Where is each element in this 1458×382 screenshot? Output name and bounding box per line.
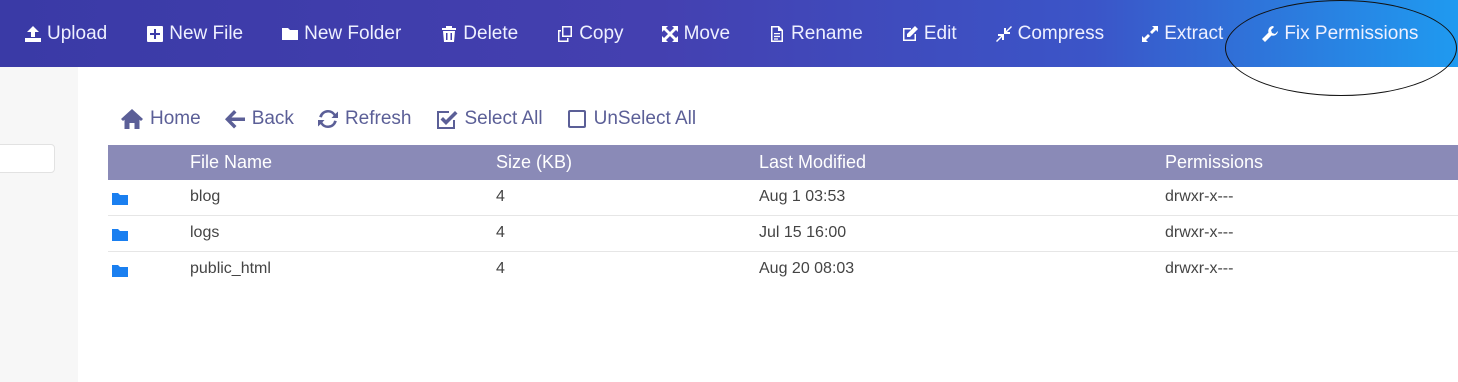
- column-header-file-name[interactable]: File Name: [190, 152, 272, 173]
- last-modified-cell: Jul 15 16:00: [759, 224, 847, 241]
- file-size-cell: 4: [496, 224, 505, 241]
- fix-permissions-label: Fix Permissions: [1284, 22, 1419, 44]
- new-folder-label: New Folder: [304, 22, 402, 44]
- file-manager-toolbar: Upload New File New Folder Delete Copy M…: [0, 0, 1458, 67]
- home-label: Home: [150, 108, 201, 129]
- extract-label: Extract: [1164, 22, 1224, 44]
- navigation-actions: Home Back Refresh Select All UnSelect Al…: [120, 104, 719, 134]
- arrow-left-icon: [224, 110, 245, 129]
- upload-label: Upload: [47, 22, 108, 44]
- file-name-cell[interactable]: logs: [190, 224, 219, 242]
- compress-icon: [995, 25, 1012, 42]
- wrench-icon: [1262, 25, 1279, 42]
- back-label: Back: [251, 108, 294, 129]
- checkbox-checked-icon: [437, 111, 458, 129]
- upload-button[interactable]: Upload: [24, 0, 107, 67]
- folder-icon: [112, 229, 128, 241]
- checkbox-empty-icon: [567, 110, 586, 128]
- trash-icon: [442, 25, 457, 42]
- table-row[interactable]: blog 4 Aug 1 03:53 drwxr-x---: [108, 180, 1458, 216]
- delete-button[interactable]: Delete: [440, 0, 518, 67]
- table-row[interactable]: public_html 4 Aug 20 08:03 drwxr-x---: [108, 252, 1458, 287]
- rename-button[interactable]: Rename: [768, 0, 863, 67]
- fix-permissions-button[interactable]: Fix Permissions: [1261, 0, 1418, 67]
- column-header-permissions[interactable]: Permissions: [1165, 152, 1263, 173]
- back-button[interactable]: Back: [224, 108, 294, 130]
- edit-button[interactable]: Edit: [901, 0, 957, 67]
- column-header-last-modified[interactable]: Last Modified: [759, 152, 866, 173]
- select-all-button[interactable]: Select All: [434, 108, 543, 130]
- file-name-cell[interactable]: blog: [190, 188, 220, 206]
- last-modified-cell: Aug 20 08:03: [759, 260, 855, 277]
- move-button[interactable]: Move: [661, 0, 730, 67]
- home-icon: [121, 109, 143, 129]
- home-button[interactable]: Home: [120, 108, 201, 130]
- folder-icon: [282, 27, 299, 40]
- refresh-button[interactable]: Refresh: [317, 108, 412, 130]
- new-file-button[interactable]: New File: [146, 0, 243, 67]
- new-file-label: New File: [169, 22, 244, 44]
- file-size-cell: 4: [496, 188, 505, 205]
- table-row[interactable]: logs 4 Jul 15 16:00 drwxr-x---: [108, 216, 1458, 252]
- table-header: File Name Size (KB) Last Modified Permis…: [108, 145, 1458, 180]
- column-header-size[interactable]: Size (KB): [496, 152, 572, 173]
- upload-icon: [25, 25, 41, 42]
- unselect-all-button[interactable]: UnSelect All: [566, 108, 696, 130]
- copy-icon: [558, 25, 573, 42]
- delete-label: Delete: [463, 22, 519, 44]
- edit-icon: [902, 25, 918, 41]
- compress-button[interactable]: Compress: [995, 0, 1105, 67]
- folder-icon: [112, 265, 128, 277]
- permissions-cell: drwxr-x---: [1165, 260, 1234, 277]
- file-size-cell: 4: [496, 260, 505, 277]
- new-folder-button[interactable]: New Folder: [281, 0, 401, 67]
- edit-label: Edit: [923, 22, 957, 44]
- rename-label: Rename: [791, 22, 863, 44]
- sidebar-search-input[interactable]: [0, 144, 55, 173]
- arrows-move-icon: [661, 25, 678, 42]
- copy-button[interactable]: Copy: [556, 0, 624, 67]
- last-modified-cell: Aug 1 03:53: [759, 188, 846, 205]
- file-text-icon: [771, 25, 784, 42]
- permissions-cell: drwxr-x---: [1165, 224, 1234, 241]
- file-table: File Name Size (KB) Last Modified Permis…: [108, 145, 1458, 287]
- refresh-label: Refresh: [344, 108, 412, 129]
- unselect-all-label: UnSelect All: [593, 108, 697, 129]
- sidebar: [0, 67, 78, 382]
- expand-icon: [1142, 25, 1159, 42]
- folder-icon: [112, 193, 128, 205]
- select-all-label: Select All: [464, 108, 543, 129]
- plus-square-icon: [147, 25, 164, 42]
- extract-button[interactable]: Extract: [1141, 0, 1223, 67]
- file-name-cell[interactable]: public_html: [190, 260, 271, 278]
- copy-label: Copy: [579, 22, 624, 44]
- compress-label: Compress: [1017, 22, 1105, 44]
- refresh-icon: [317, 109, 338, 129]
- permissions-cell: drwxr-x---: [1165, 188, 1234, 205]
- move-label: Move: [683, 22, 731, 44]
